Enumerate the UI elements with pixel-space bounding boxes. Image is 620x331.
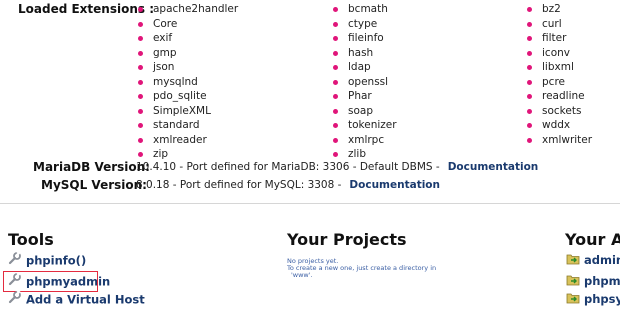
phpmyadmin-highlight-box [3,271,98,292]
extension-item: Phar [331,89,397,104]
extension-item: mysqlnd [136,75,238,90]
extension-item: filter [525,31,592,46]
bullet-icon [333,108,338,114]
extension-item: exif [136,31,238,46]
tool-phpinfo-link[interactable]: phpinfo() [8,250,86,270]
extension-item: iconv [525,46,592,61]
extension-item: ldap [331,60,397,75]
bullet-icon [527,79,532,85]
tool-add-virtual-host-link[interactable]: Add a Virtual Host [8,289,145,309]
extension-item: sockets [525,104,592,119]
alias-item-phpsysinfo[interactable]: phpsys [566,290,620,308]
bullet-icon [138,65,143,70]
extension-item: fileinfo [331,31,397,46]
extension-item: json [136,60,238,75]
bullet-icon [527,94,532,99]
bullet-icon [138,137,143,143]
extensions-column-1: apache2handler Core exif gmp json mysqln… [136,2,238,162]
alias-item-phpmyadmin[interactable]: phpmy [566,272,620,290]
extension-item: gmp [136,46,238,61]
extension-item: bcmath [331,2,397,17]
bullet-icon [138,79,143,85]
extension-item: ctype [331,17,397,32]
aliases-heading: Your Al [565,230,620,249]
extension-item: readline [525,89,592,104]
bullet-icon [138,94,143,99]
mariadb-version-row: 10.4.10 - Port defined for MariaDB: 3306… [136,161,538,173]
bullet-icon [527,36,532,41]
bullet-icon [333,94,338,99]
bullet-icon [333,21,338,27]
mariadb-version-value: 10.4.10 - Port defined for MariaDB: 3306… [136,161,440,173]
folder-arrow-icon [566,291,580,309]
extension-item: xmlrpc [331,133,397,148]
extension-item: libxml [525,60,592,75]
extension-item: SimpleXML [136,104,238,119]
bullet-icon [333,123,338,128]
bullet-icon [333,50,338,56]
extension-item: hash [331,46,397,61]
extension-item: soap [331,104,397,119]
wrench-icon [8,250,22,270]
wrench-icon [8,289,22,309]
projects-heading: Your Projects [287,230,407,249]
extension-item: curl [525,17,592,32]
bullet-icon [138,7,143,12]
extension-item: tokenizer [331,118,397,133]
folder-arrow-icon [566,273,580,291]
bullet-icon [333,79,338,85]
mariadb-version-label: MariaDB Version: [33,160,150,174]
extension-item: xmlreader [136,133,238,148]
mysql-version-label: MySQL Version: [41,178,147,192]
tools-heading: Tools [8,230,54,249]
extension-item: pcre [525,75,592,90]
extensions-column-2: bcmath ctype fileinfo hash ldap openssl … [331,2,397,162]
extension-item: wddx [525,118,592,133]
extension-item: zlib [331,147,397,162]
projects-empty-message: No projects yet. To create a new one, ju… [287,258,436,279]
bullet-icon [527,65,532,70]
bullet-icon [138,36,143,41]
extension-item: bz2 [525,2,592,17]
mysql-version-value: 8.0.18 - Port defined for MySQL: 3308 - [136,179,342,191]
mysql-documentation-link[interactable]: Documentation [349,179,440,191]
projects-empty-line: 'www'. [291,271,313,279]
extensions-column-3: bz2 curl filter iconv libxml pcre readli… [525,2,592,147]
bullet-icon [333,65,338,70]
section-divider [0,203,620,204]
bullet-icon [333,152,338,157]
bullet-icon [138,152,143,157]
extension-item: openssl [331,75,397,90]
extension-item: zip [136,147,238,162]
bullet-icon [333,137,338,143]
bullet-icon [527,108,532,114]
extension-item: apache2handler [136,2,238,17]
bullet-icon [138,50,143,56]
alias-item-adminer[interactable]: admine [566,251,620,269]
bullet-icon [333,7,338,12]
bullet-icon [138,123,143,128]
bullet-icon [527,137,532,143]
bullet-icon [138,21,143,27]
bullet-icon [527,123,532,128]
extension-item: Core [136,17,238,32]
bullet-icon [333,36,338,41]
bullet-icon [138,108,143,114]
mysql-version-row: 8.0.18 - Port defined for MySQL: 3308 - D… [136,179,440,191]
bullet-icon [527,7,532,12]
extension-item: pdo_sqlite [136,89,238,104]
extension-item: xmlwriter [525,133,592,148]
bullet-icon [527,50,532,56]
extension-item: standard [136,118,238,133]
folder-arrow-icon [566,252,580,270]
mariadb-documentation-link[interactable]: Documentation [448,161,539,173]
bullet-icon [527,21,532,27]
loaded-extensions-label: Loaded Extensions : [18,2,155,16]
